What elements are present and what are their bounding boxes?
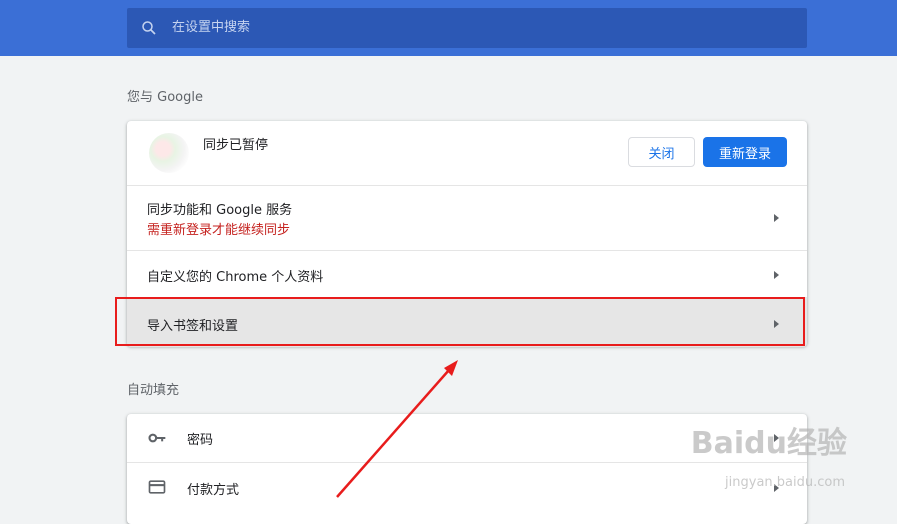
avatar xyxy=(149,133,189,173)
payment-methods-label: 付款方式 xyxy=(187,483,240,498)
chevron-right-icon xyxy=(774,214,779,222)
search-placeholder[interactable]: 在设置中搜索 xyxy=(172,19,250,37)
credit-card-icon xyxy=(148,480,166,494)
customize-profile-label: 自定义您的 Chrome 个人资料 xyxy=(147,270,324,285)
section-title-you-and-google: 您与 Google xyxy=(127,90,203,105)
sync-warning-text: 需重新登录才能继续同步 xyxy=(147,223,291,238)
sync-status-text: 同步已暂停 xyxy=(203,138,269,153)
import-bookmarks-label: 导入书签和设置 xyxy=(147,319,239,334)
search-icon xyxy=(142,21,156,35)
passwords-label: 密码 xyxy=(187,433,214,448)
account-row: 同步已暂停 关闭 重新登录 xyxy=(127,121,807,185)
close-button[interactable]: 关闭 xyxy=(628,137,695,167)
customize-profile-row[interactable]: 自定义您的 Chrome 个人资料 xyxy=(127,250,807,298)
chevron-right-icon xyxy=(774,434,779,442)
import-bookmarks-row[interactable]: 导入书签和设置 xyxy=(127,297,807,347)
sync-services-label: 同步功能和 Google 服务 xyxy=(147,203,293,218)
settings-search-bar[interactable]: 在设置中搜索 xyxy=(127,8,807,48)
chevron-right-icon xyxy=(774,271,779,279)
key-icon xyxy=(148,433,166,443)
settings-header: 在设置中搜索 xyxy=(0,0,897,56)
payment-methods-row[interactable]: 付款方式 xyxy=(127,462,807,512)
you-and-google-card: 同步已暂停 关闭 重新登录 同步功能和 Google 服务 需重新登录才能继续同… xyxy=(127,121,807,347)
autofill-card: 密码 付款方式 xyxy=(127,414,807,524)
relogin-button[interactable]: 重新登录 xyxy=(703,137,787,167)
chevron-right-icon xyxy=(774,320,779,328)
chevron-right-icon xyxy=(774,484,779,492)
sync-services-row[interactable]: 同步功能和 Google 服务 需重新登录才能继续同步 xyxy=(127,185,807,251)
passwords-row[interactable]: 密码 xyxy=(127,414,807,462)
section-title-autofill: 自动填充 xyxy=(127,383,180,398)
